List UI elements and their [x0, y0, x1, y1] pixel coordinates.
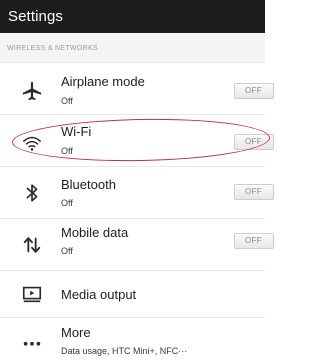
airplane-icon	[20, 79, 44, 103]
media-output-label: Media output	[61, 287, 137, 302]
section-title: WIRELESS & NETWORKS	[7, 45, 98, 52]
bluetooth-toggle[interactable]: OFF	[234, 184, 274, 200]
section-header-wireless: WIRELESS & NETWORKS	[0, 33, 265, 63]
more-row[interactable]: More Data usage, HTC Mini+, NFC···	[0, 318, 265, 360]
bluetooth-icon	[20, 181, 44, 205]
airplane-mode-label: Airplane mode	[61, 74, 145, 89]
bluetooth-toggle-text: OFF	[245, 187, 262, 196]
more-label: More	[61, 325, 91, 340]
airplane-mode-status: Off	[61, 96, 73, 106]
mobile-data-status: Off	[61, 246, 73, 256]
bluetooth-row[interactable]: Bluetooth Off OFF	[0, 167, 274, 219]
mobile-data-icon	[20, 233, 44, 257]
more-icon	[20, 329, 44, 353]
more-subtitle: Data usage, HTC Mini+, NFC···	[61, 346, 188, 356]
media-output-row[interactable]: Media output	[0, 271, 265, 318]
bluetooth-label: Bluetooth	[61, 177, 116, 192]
app-header: Settings	[0, 0, 265, 33]
media-output-icon	[20, 282, 44, 306]
bluetooth-status: Off	[61, 198, 73, 208]
airplane-mode-toggle[interactable]: OFF	[234, 83, 274, 99]
mobile-data-row[interactable]: Mobile data Off OFF	[0, 219, 274, 271]
airplane-mode-toggle-text: OFF	[245, 86, 262, 95]
mobile-data-label: Mobile data	[61, 225, 129, 240]
page-title: Settings	[8, 8, 63, 25]
airplane-mode-row[interactable]: Airplane mode Off OFF	[0, 63, 274, 115]
mobile-data-toggle[interactable]: OFF	[234, 233, 274, 249]
mobile-data-toggle-text: OFF	[245, 236, 262, 245]
